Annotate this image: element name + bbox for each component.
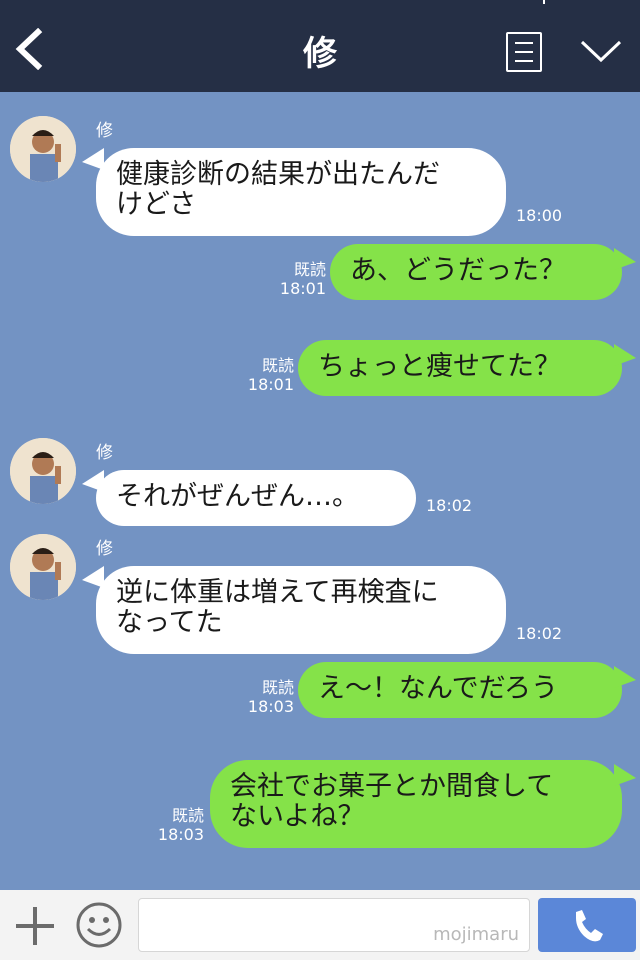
message-bubble-outgoing[interactable]: 会社でお菓子とか間食して ないよね？ [210,760,622,848]
read-label: 既読 [171,806,204,825]
bubble-tail [614,764,636,786]
read-label: 既読 [261,356,294,375]
sender-name: 修 [96,539,113,559]
chevron-down-icon[interactable] [580,38,622,64]
status-tick [543,0,545,4]
message-bubble-incoming[interactable]: それがぜんぜん…。 [96,470,416,526]
message-time: 18:03 [157,825,204,844]
message-text: あ、どうだった？ [350,255,566,286]
read-status: 既読 18:01 [270,260,326,298]
message-text: え〜！なんでだろう [318,673,559,704]
smile-icon[interactable] [74,900,124,950]
read-status: 既読 18:03 [238,678,294,716]
message-line: それがぜんぜん…。 [116,481,359,512]
message-bubble-outgoing[interactable]: ちょっと痩せてた？ [298,340,622,396]
message-line: 会社でお菓子とか間食して [230,771,554,802]
bubble-tail [614,248,636,270]
avatar[interactable] [10,534,76,600]
watermark: mojimaru [433,924,519,945]
message-time: 18:03 [247,697,294,716]
message-time: 18:02 [426,496,473,515]
message-bubble-incoming[interactable]: 逆に体重は増えて再検査に なってた [96,566,506,654]
message-line: なってた [116,607,223,638]
message-text: ちょっと痩せてた？ [318,351,561,382]
message-time: 18:01 [247,375,294,394]
read-label: 既読 [293,260,326,279]
message-line: 健康診断の結果が出たんだ [116,159,440,190]
call-button[interactable] [538,898,636,952]
bubble-tail [614,344,636,366]
sender-name: 修 [96,443,113,463]
read-status: 既読 18:01 [238,356,294,394]
bubble-tail [614,666,636,688]
message-time: 18:01 [279,279,326,298]
message-bubble-outgoing[interactable]: あ、どうだった？ [330,244,622,300]
message-line: 逆に体重は増えて再検査に [116,577,439,608]
menu-icon[interactable] [506,32,542,72]
read-label: 既読 [261,678,294,697]
message-input[interactable]: mojimaru [138,898,530,952]
message-line: けどさ [116,189,197,220]
message-time: 18:00 [516,206,563,225]
message-bubble-outgoing[interactable]: え〜！なんでだろう [298,662,622,718]
chat-title: 修 [303,34,337,74]
avatar[interactable] [10,116,76,182]
message-line: ないよね？ [230,801,365,832]
plus-icon[interactable] [14,905,56,947]
message-bubble-incoming[interactable]: 健康診断の結果が出たんだ けどさ [96,148,506,236]
phone-icon [576,910,603,942]
read-status: 既読 18:03 [148,806,204,844]
chat-header: 修 [0,0,640,92]
message-time: 18:02 [516,624,563,643]
sender-name: 修 [96,121,113,141]
avatar[interactable] [10,438,76,504]
